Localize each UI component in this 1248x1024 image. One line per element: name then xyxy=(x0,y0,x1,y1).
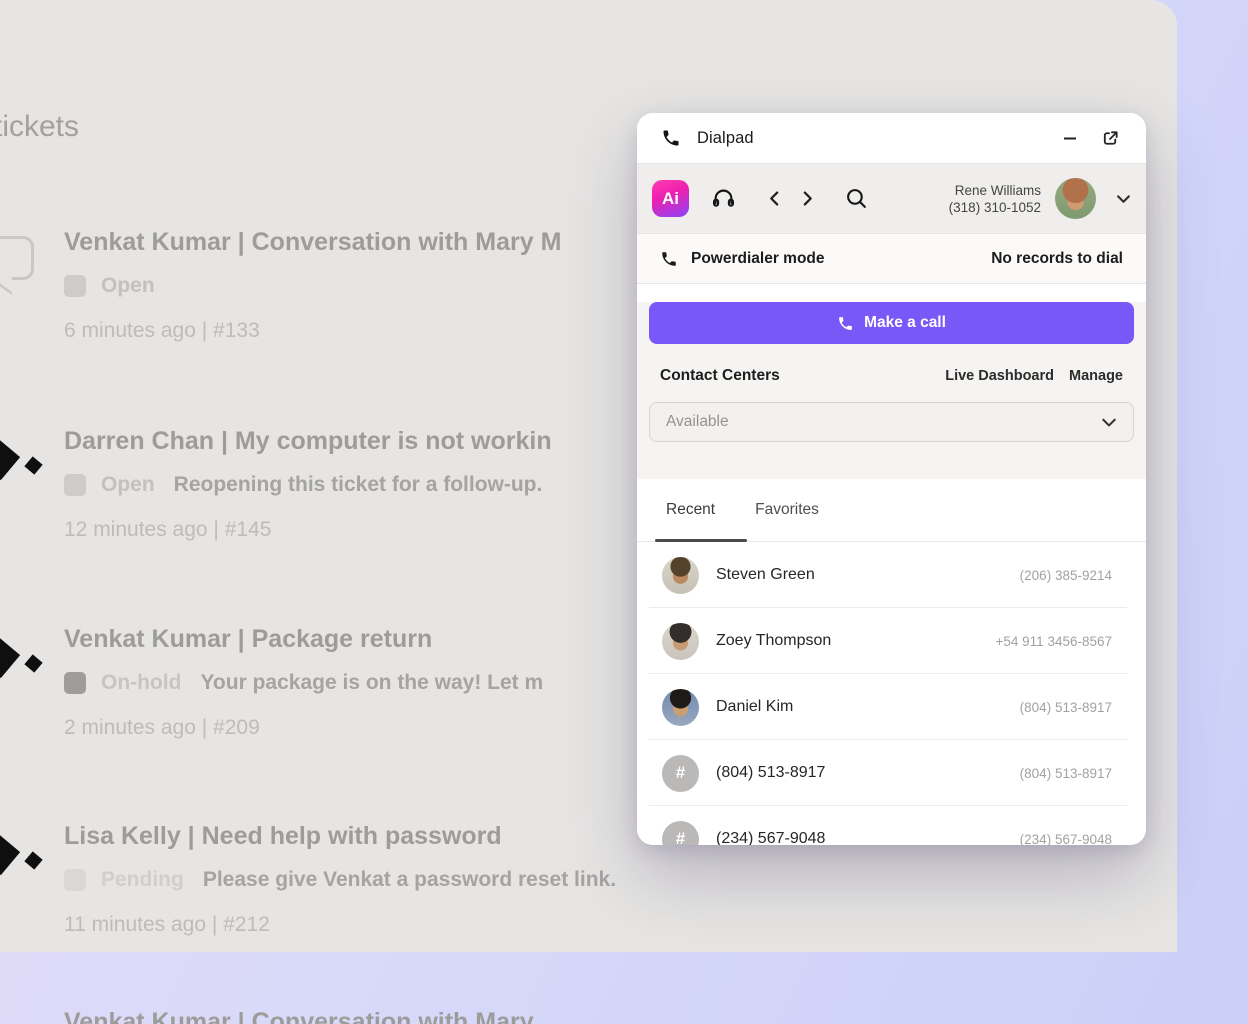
pen-mark-icon xyxy=(24,851,42,869)
status-label: Open xyxy=(101,473,155,497)
status-label: Pending xyxy=(101,868,184,892)
ticket-preview: Reopening this ticket for a follow-up. xyxy=(174,473,543,497)
ticket-row-partial[interactable]: Venkat Kumar | Conversation with Mary xyxy=(64,1008,534,1024)
popout-icon[interactable] xyxy=(1098,126,1122,150)
hash-icon: # xyxy=(662,821,699,846)
minimize-button[interactable] xyxy=(1058,126,1082,150)
user-number: (318) 310-1052 xyxy=(949,199,1041,216)
avatar xyxy=(662,689,699,726)
ticket-title: Venkat Kumar | Conversation with Mary xyxy=(64,1008,534,1024)
live-dashboard-link[interactable]: Live Dashboard xyxy=(945,368,1054,384)
powerdialer-status: No records to dial xyxy=(991,250,1123,268)
contact-number: (234) 567-9048 xyxy=(1020,832,1112,846)
phone-icon xyxy=(837,315,854,332)
phone-icon xyxy=(661,128,681,148)
phone-icon xyxy=(660,250,678,268)
contact-number: (206) 385-9214 xyxy=(1020,568,1112,583)
ticket-meta: 12 minutes ago | #145 xyxy=(64,518,552,542)
dialpad-widget: Dialpad Ai xyxy=(637,113,1146,845)
pen-mark-icon xyxy=(24,456,42,474)
contacts-tabs: Recent Favorites xyxy=(637,479,1146,542)
ticket-row[interactable]: Darren Chan | My computer is not workin … xyxy=(64,427,552,542)
user-name: Rene Williams xyxy=(949,182,1041,199)
contact-centers-label: Contact Centers xyxy=(660,367,780,385)
make-call-button[interactable]: Make a call xyxy=(649,302,1134,344)
manage-link[interactable]: Manage xyxy=(1069,368,1123,384)
make-call-label: Make a call xyxy=(864,314,946,332)
powerdialer-label: Powerdialer mode xyxy=(691,250,825,268)
contact-row[interactable]: # (234) 567-9048 (234) 567-9048 xyxy=(637,806,1146,845)
chat-bubble-icon xyxy=(0,236,34,280)
user-avatar[interactable] xyxy=(1055,178,1096,219)
status-icon xyxy=(64,474,86,496)
contact-name: Steven Green xyxy=(716,566,815,584)
search-icon[interactable] xyxy=(845,187,868,210)
ticket-title: Lisa Kelly | Need help with password xyxy=(64,822,616,851)
pen-mark-icon xyxy=(0,438,20,480)
ticket-meta: 6 minutes ago | #133 xyxy=(64,319,561,343)
tab-recent[interactable]: Recent xyxy=(666,501,715,541)
contact-name: Zoey Thompson xyxy=(716,632,831,650)
contact-row[interactable]: # (804) 513-8917 (804) 513-8917 xyxy=(637,740,1146,806)
contact-name: (234) 567-9048 xyxy=(716,830,825,845)
chevron-down-icon[interactable] xyxy=(1116,191,1131,206)
widget-toolbar: Ai Rene Williams (318) 310-1052 xyxy=(637,163,1146,233)
contact-name: Daniel Kim xyxy=(716,698,793,716)
contact-number: (804) 513-8917 xyxy=(1020,766,1112,781)
ticket-row[interactable]: Venkat Kumar | Conversation with Mary M … xyxy=(64,228,561,343)
contact-name: (804) 513-8917 xyxy=(716,764,825,782)
current-user-info: Rene Williams (318) 310-1052 xyxy=(949,182,1041,216)
pen-mark-icon xyxy=(24,654,42,672)
call-section: Make a call Contact Centers Live Dashboa… xyxy=(637,302,1146,479)
status-icon xyxy=(64,672,86,694)
tab-favorites[interactable]: Favorites xyxy=(755,501,819,541)
hash-icon: # xyxy=(662,755,699,792)
widget-title: Dialpad xyxy=(697,129,754,148)
contact-number: (804) 513-8917 xyxy=(1020,700,1112,715)
contact-row[interactable]: Daniel Kim (804) 513-8917 xyxy=(637,674,1146,740)
avatar xyxy=(662,557,699,594)
ticket-row[interactable]: Venkat Kumar | Package return On-hold Yo… xyxy=(64,625,543,740)
ticket-title: Venkat Kumar | Conversation with Mary M xyxy=(64,228,561,257)
widget-titlebar: Dialpad xyxy=(637,113,1146,163)
contact-number: +54 911 3456-8567 xyxy=(996,634,1112,649)
back-icon[interactable] xyxy=(767,191,782,206)
status-label: Open xyxy=(101,274,155,298)
status-icon xyxy=(64,275,86,297)
ticket-title: Darren Chan | My computer is not workin xyxy=(64,427,552,456)
ticket-preview: Please give Venkat a password reset link… xyxy=(203,868,616,892)
contact-row[interactable]: Steven Green (206) 385-9214 xyxy=(637,542,1146,608)
headset-icon[interactable] xyxy=(710,185,737,212)
chevron-down-icon xyxy=(1101,414,1117,430)
availability-value: Available xyxy=(666,413,729,431)
availability-select[interactable]: Available xyxy=(649,402,1134,442)
contact-row[interactable]: Zoey Thompson +54 911 3456-8567 xyxy=(637,608,1146,674)
ticket-meta: 2 minutes ago | #209 xyxy=(64,716,543,740)
ticket-title: Venkat Kumar | Package return xyxy=(64,625,543,654)
status-icon xyxy=(64,869,86,891)
avatar xyxy=(662,623,699,660)
pen-mark-icon xyxy=(0,833,20,875)
powerdialer-bar[interactable]: Powerdialer mode No records to dial xyxy=(637,233,1146,284)
dialpad-ai-logo[interactable]: Ai xyxy=(652,180,689,217)
forward-icon[interactable] xyxy=(800,191,815,206)
ticket-preview: Your package is on the way! Let m xyxy=(200,671,543,695)
ticket-meta: 11 minutes ago | #212 xyxy=(64,913,616,937)
pen-mark-icon xyxy=(0,636,20,678)
contacts-section: Recent Favorites Steven Green (206) 385-… xyxy=(637,479,1146,845)
ticket-row[interactable]: Lisa Kelly | Need help with password Pen… xyxy=(64,822,616,937)
page-title: tickets xyxy=(0,110,79,144)
status-label: On-hold xyxy=(101,671,181,695)
